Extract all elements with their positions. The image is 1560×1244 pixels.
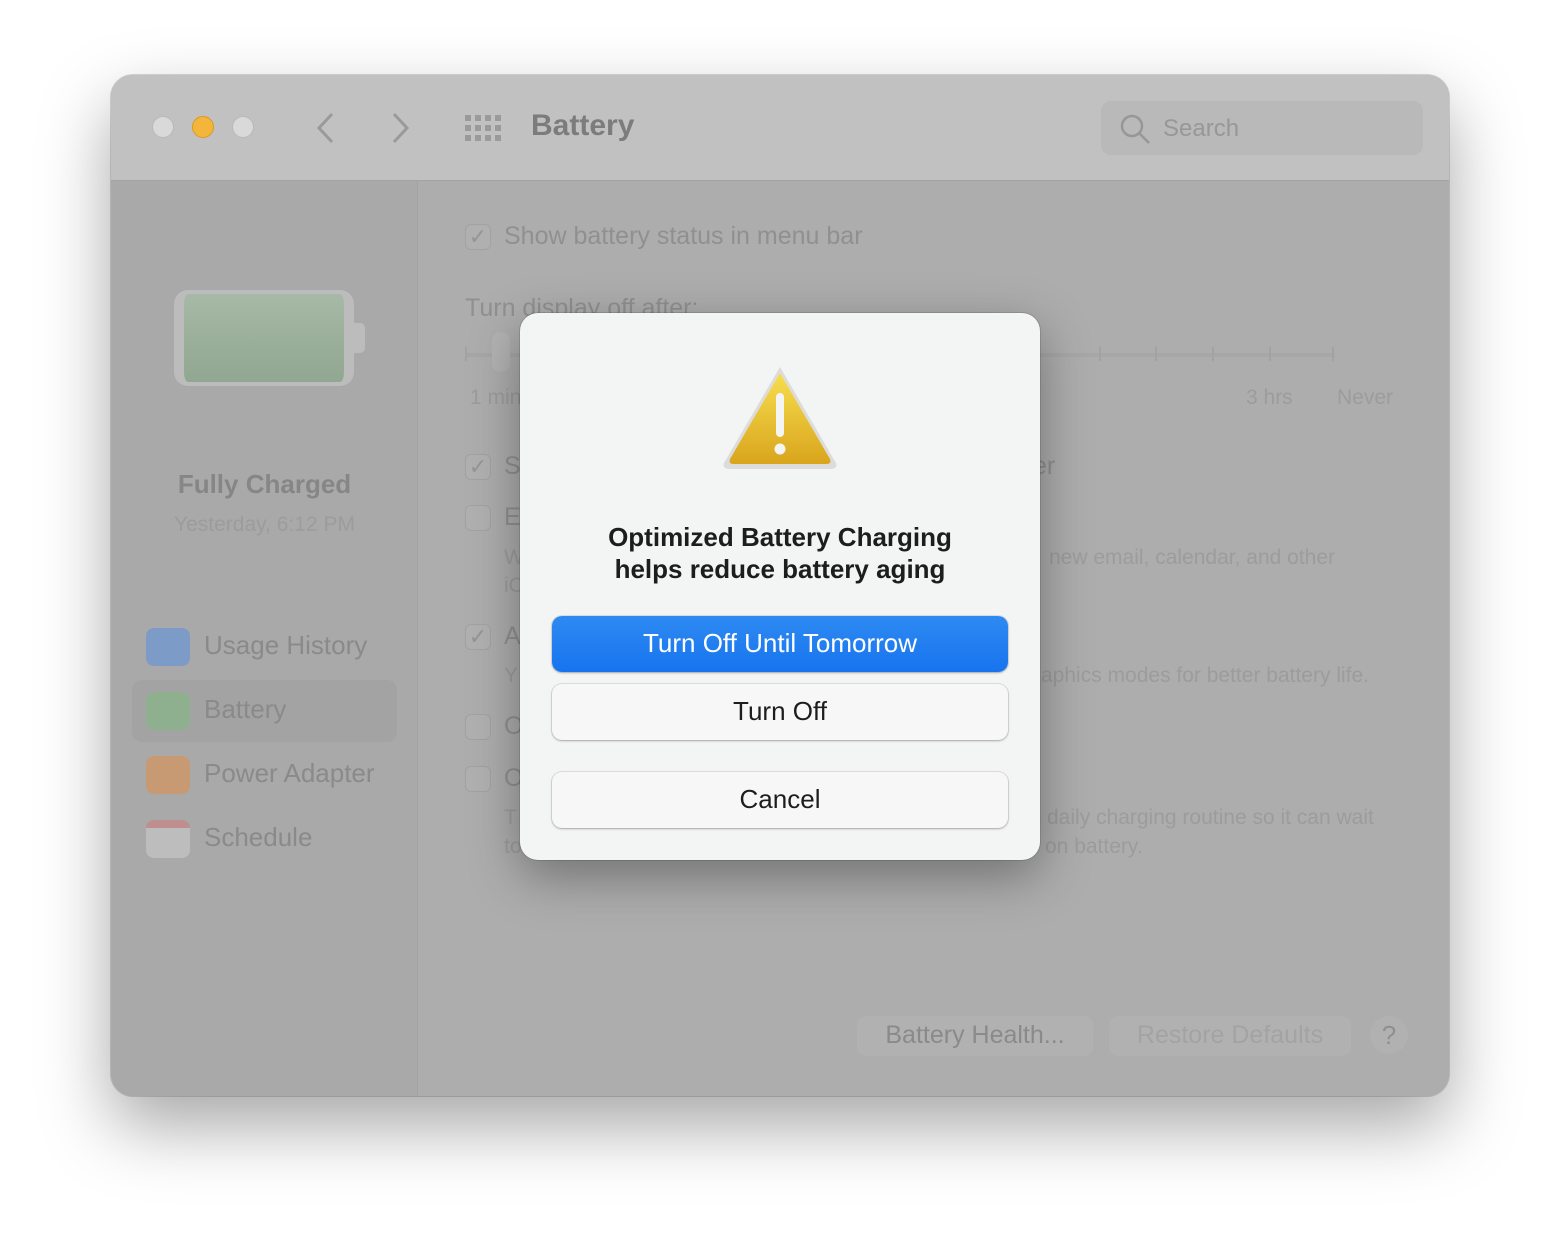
forward-icon[interactable] <box>390 112 410 144</box>
tick-label: 3 hrs <box>1246 386 1293 409</box>
option-checkbox[interactable]: ✓ <box>465 624 491 650</box>
slider-tick <box>1212 347 1214 361</box>
battery-health-button[interactable]: Battery Health... <box>857 1016 1093 1056</box>
battery-level-icon <box>174 290 354 386</box>
sidebar-item-usage-history[interactable]: Usage History <box>132 616 397 678</box>
show-status-checkbox[interactable]: ✓ <box>465 224 491 250</box>
lightning-icon <box>146 756 190 794</box>
sidebar-item-label: Schedule <box>204 822 313 852</box>
turn-off-until-tomorrow-button[interactable]: Turn Off Until Tomorrow <box>552 616 1008 672</box>
option-checkbox[interactable] <box>465 505 491 531</box>
warning-icon <box>723 367 837 469</box>
option-description: aphics modes for better battery life. <box>1041 664 1369 687</box>
option-checkbox[interactable]: ✓ <box>465 454 491 480</box>
restore-defaults-button[interactable]: Restore Defaults <box>1109 1016 1351 1056</box>
option-description: on battery. <box>1045 835 1143 858</box>
slider-tick <box>1332 347 1334 361</box>
turn-off-button[interactable]: Turn Off <box>552 684 1008 740</box>
tick-label: 1 min <box>470 386 522 409</box>
show-status-label: Show battery status in menu bar <box>504 222 863 250</box>
sidebar: Fully Charged Yesterday, 6:12 PM Usage H… <box>111 181 418 1096</box>
search-input[interactable]: Search <box>1101 101 1423 155</box>
sidebar-item-label: Power Adapter <box>204 758 375 788</box>
slider-knob[interactable] <box>492 332 510 372</box>
sidebar-item-label: Battery <box>204 694 287 724</box>
option-label: S <box>504 452 521 480</box>
sidebar-item-battery[interactable]: Battery <box>132 680 397 742</box>
back-icon[interactable] <box>316 112 336 144</box>
bar-chart-icon <box>146 628 190 666</box>
sidebar-item-schedule[interactable]: Schedule <box>132 808 397 870</box>
optimized-charging-alert: Optimized Battery Charging helps reduce … <box>520 313 1040 860</box>
search-icon <box>1120 114 1150 144</box>
option-label: E <box>504 503 521 531</box>
battery-status: Fully Charged <box>177 469 352 499</box>
slider-tick <box>1269 347 1271 361</box>
sidebar-item-label: Usage History <box>204 630 368 660</box>
help-button[interactable]: ? <box>1370 1016 1408 1054</box>
option-label: A <box>504 622 521 650</box>
show-all-grid-icon[interactable] <box>465 115 501 141</box>
optimized-charging-checkbox[interactable] <box>465 766 491 792</box>
slider-tick <box>465 347 467 361</box>
title-bar: Battery Search <box>111 75 1449 181</box>
alert-message-line: helps reduce battery aging <box>614 554 946 584</box>
zoom-button[interactable] <box>232 116 254 138</box>
close-button[interactable] <box>152 116 174 138</box>
tick-label: Never <box>1337 386 1394 409</box>
alert-message-line: Optimized Battery Charging <box>608 522 952 552</box>
battery-icon <box>146 692 190 730</box>
cancel-button[interactable]: Cancel <box>552 772 1008 828</box>
battery-status-time: Yesterday, 6:12 PM <box>174 513 355 536</box>
option-description: T <box>504 806 517 829</box>
option-description: daily charging routine so it can wait <box>1047 806 1374 829</box>
search-placeholder: Search <box>1163 115 1240 142</box>
minimize-button[interactable] <box>192 116 214 138</box>
window-title: Battery <box>531 109 635 142</box>
option-checkbox[interactable] <box>465 714 491 740</box>
battery-tip <box>353 323 365 353</box>
option-description: to <box>504 835 522 858</box>
option-description: new email, calendar, and other <box>1049 546 1336 569</box>
calendar-icon <box>146 820 190 858</box>
slider-tick <box>1099 347 1101 361</box>
slider-tick <box>1155 347 1157 361</box>
alert-message: Optimized Battery Charging helps reduce … <box>520 521 1040 585</box>
sidebar-item-power-adapter[interactable]: Power Adapter <box>132 744 397 806</box>
option-description: Y <box>504 664 519 687</box>
